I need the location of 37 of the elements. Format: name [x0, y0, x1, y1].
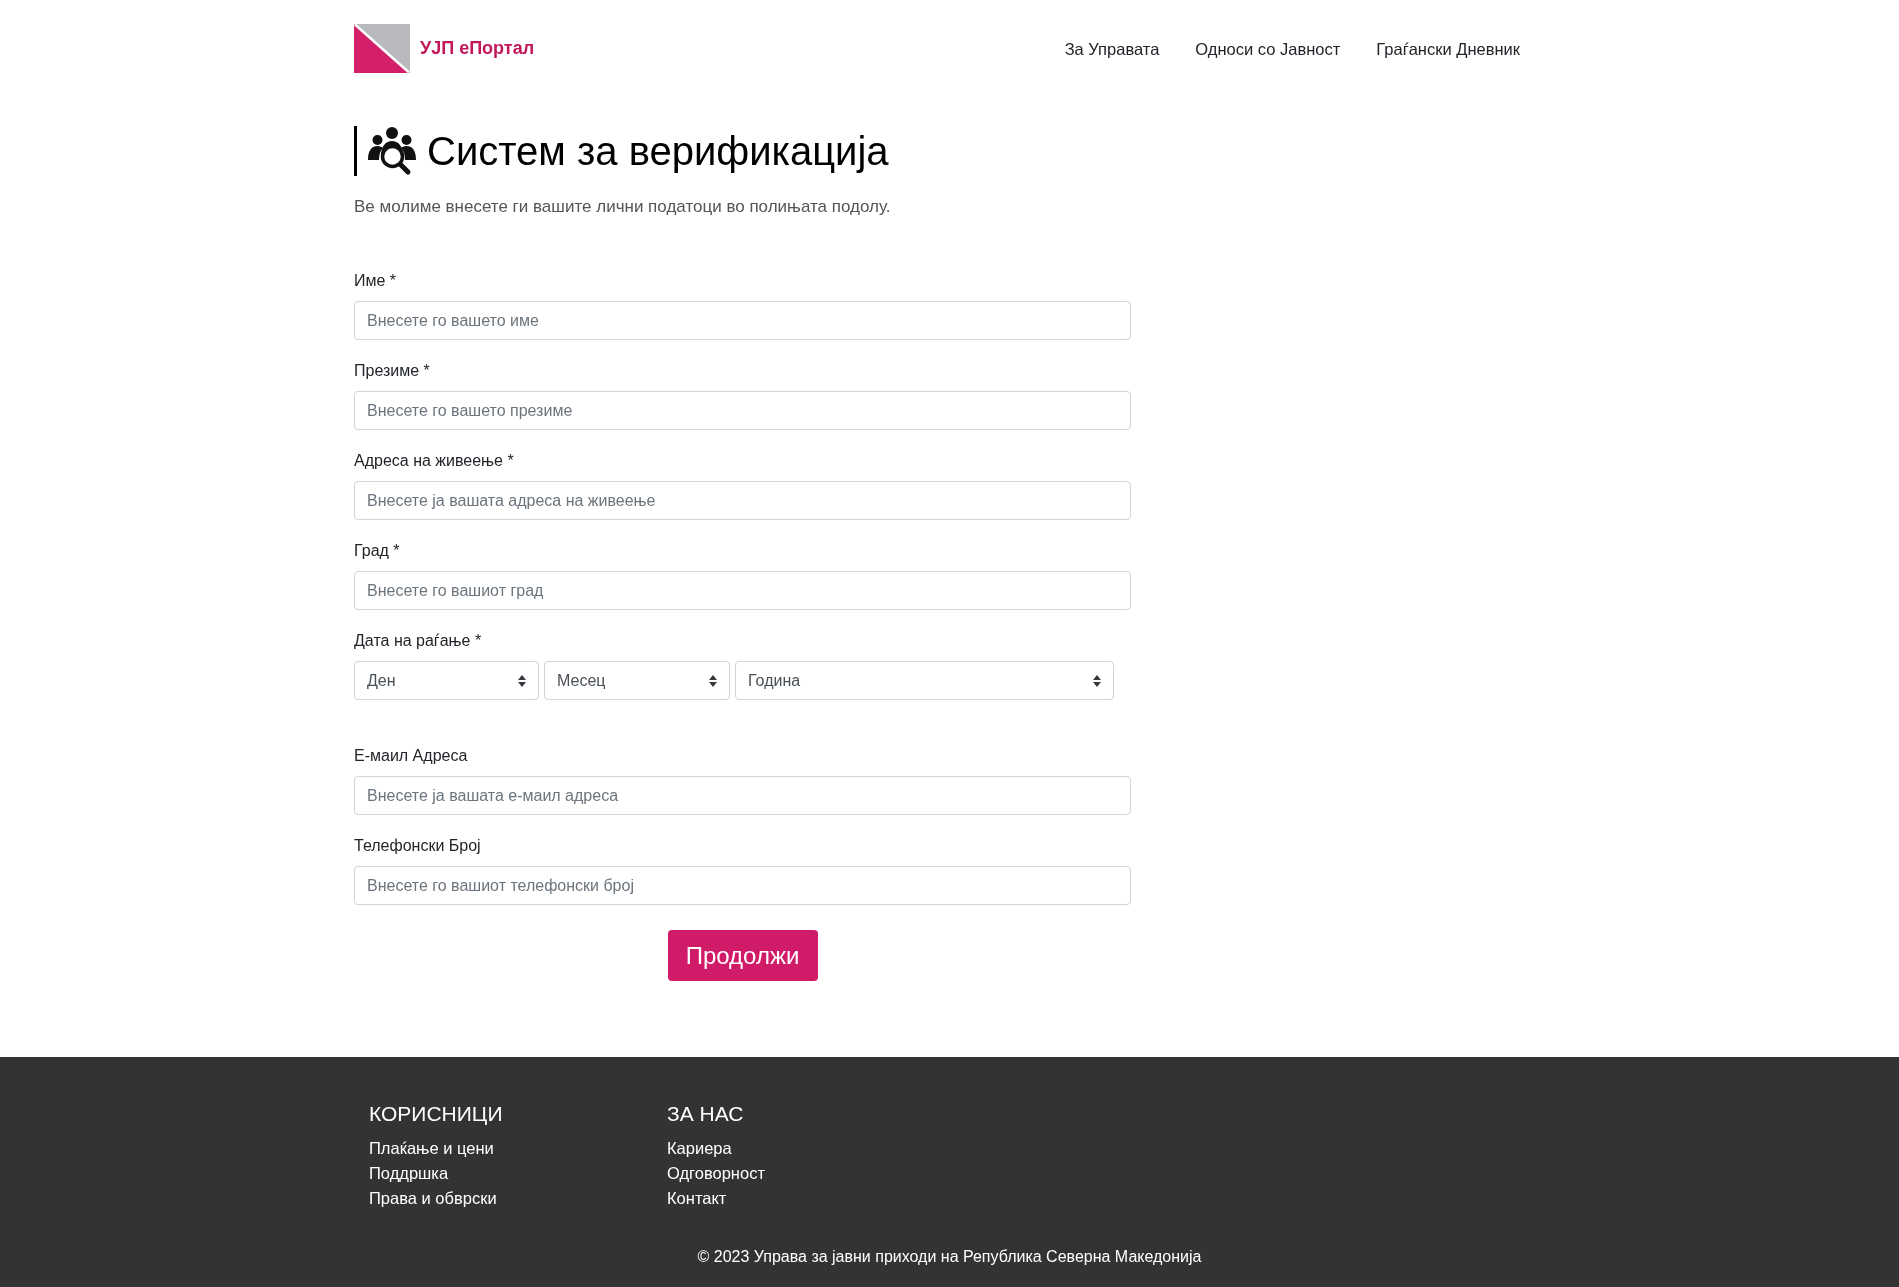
- nav-link[interactable]: Односи со Јавност: [1195, 36, 1341, 61]
- input-field[interactable]: Внесете ја вашата адреса на живеење: [354, 481, 1131, 520]
- footer-link[interactable]: Плаќање и цени: [369, 1139, 494, 1157]
- year-select[interactable]: Година: [735, 661, 1114, 700]
- copyright-text: © 2023 Управа за јавни приходи на Република Северна Македонија: [697, 1247, 1202, 1267]
- field-label: Телефонски Број: [354, 836, 482, 856]
- page-subtitle: Ве молиме внесете ги вашите лични податоци во полињата подолу.: [354, 196, 892, 218]
- field-label: Презиме *: [354, 361, 431, 381]
- input-field[interactable]: Внесете го вашето презиме: [354, 391, 1131, 430]
- field-label: Адреса на живеење *: [354, 451, 515, 471]
- field-label: Дата на раѓање *: [354, 631, 483, 651]
- day-select[interactable]: Ден: [354, 661, 539, 700]
- footer-link[interactable]: Кариера: [667, 1139, 732, 1157]
- nav-link[interactable]: За Управата: [1064, 36, 1160, 61]
- month-select[interactable]: Месец: [544, 661, 730, 700]
- people-search-icon: [367, 126, 417, 176]
- page-title: Систем за верификација: [427, 128, 889, 175]
- input-field[interactable]: Внесете го вашиот град: [354, 571, 1131, 610]
- field-label: Град *: [354, 541, 401, 561]
- up-down-caret-icon: [1093, 674, 1101, 687]
- field-label: Е-маил Адреса: [354, 746, 469, 766]
- continue-button[interactable]: Продолжи: [667, 930, 818, 981]
- nav-link[interactable]: Граѓански Дневник: [1376, 36, 1520, 61]
- footer-link[interactable]: Одговорност: [667, 1164, 765, 1182]
- footer-link[interactable]: Права и обврски: [369, 1189, 497, 1207]
- footer-link[interactable]: Поддршка: [369, 1164, 449, 1182]
- input-field[interactable]: Внесете ја вашата е-маил адреса: [354, 776, 1131, 815]
- footer-link[interactable]: Контакт: [667, 1189, 727, 1207]
- footer-heading: КОРИСНИЦИ: [369, 1101, 504, 1127]
- up-down-caret-icon: [518, 674, 526, 687]
- field-label: Име *: [354, 271, 398, 291]
- input-field[interactable]: Внесете го вашиот телефонски број: [354, 866, 1131, 905]
- up-down-caret-icon: [709, 674, 717, 687]
- logo-icon: [354, 24, 410, 73]
- footer-heading: ЗА НАС: [667, 1101, 745, 1127]
- input-field[interactable]: Внесете го вашето име: [354, 301, 1131, 340]
- brand-link[interactable]: УЈП еПортал: [420, 35, 535, 62]
